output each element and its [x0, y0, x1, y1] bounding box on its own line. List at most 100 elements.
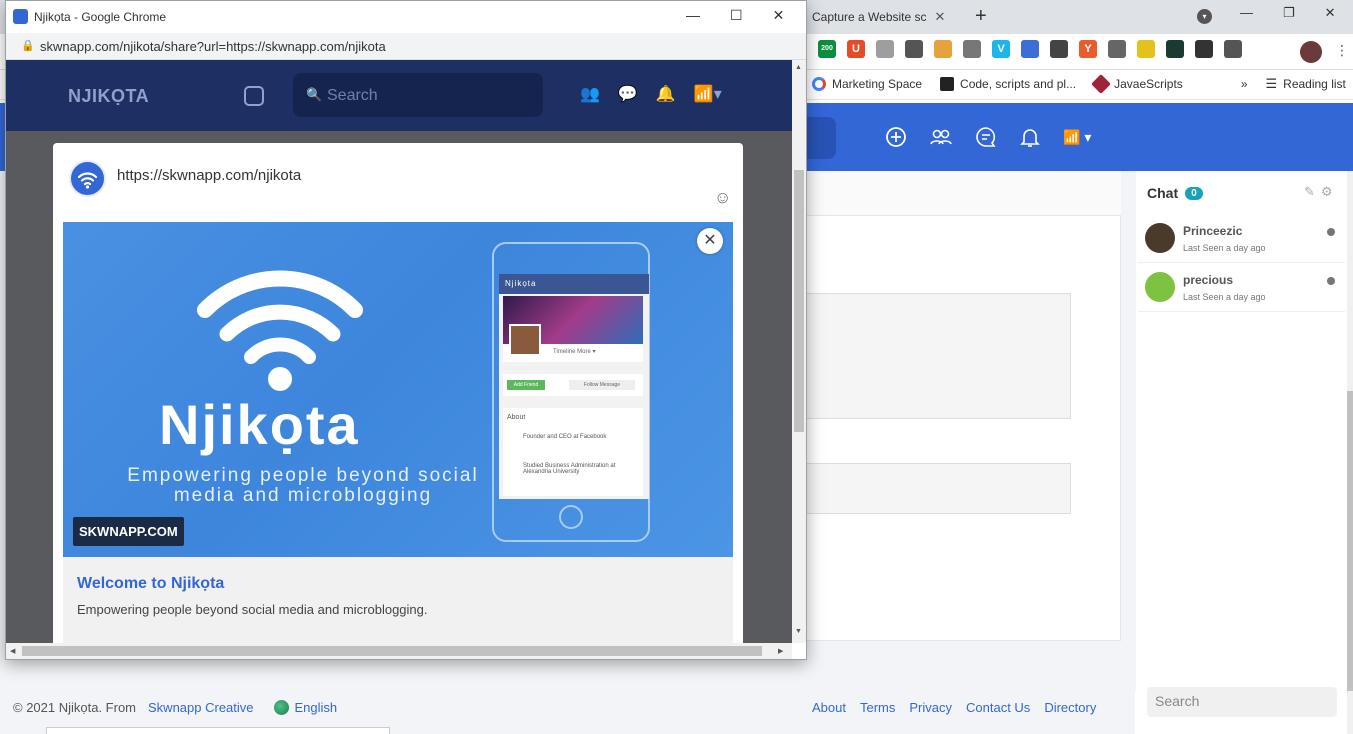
- eyedropper-extension-icon[interactable]: [1050, 40, 1068, 58]
- friends-icon[interactable]: 👥: [580, 84, 600, 104]
- avatar: [1145, 223, 1175, 253]
- scroll-up-icon[interactable]: ▲: [795, 64, 802, 71]
- ya-extension-icon[interactable]: Y: [1079, 40, 1097, 58]
- popup-url[interactable]: skwnapp.com/njikota/share?url=https://sk…: [40, 39, 386, 54]
- ext-yellow-extension-icon[interactable]: [1137, 40, 1155, 58]
- footer-link-privacy[interactable]: Privacy: [909, 700, 952, 715]
- site-header-icons: 👥 💬 🔔 📶▾: [580, 84, 722, 104]
- page-scrollbar-thumb[interactable]: [1347, 391, 1353, 691]
- add-icon[interactable]: [885, 126, 907, 148]
- header-icons: 📶 ▾: [885, 126, 1091, 148]
- phone-about-line: Studied Business Administration at Alexa…: [523, 463, 616, 475]
- post-box[interactable]: [806, 293, 1071, 419]
- link-preview-title[interactable]: Welcome to Njikọta: [77, 575, 224, 593]
- footer-copyright: © 2021 Njikọta. From: [13, 700, 137, 715]
- ext-square-extension-icon[interactable]: [963, 40, 981, 58]
- google-icon: [812, 77, 826, 91]
- extensions-row: 200 U V Y: [818, 40, 1242, 58]
- bookmark-code-scripts[interactable]: Code, scripts and pl...: [940, 77, 1076, 91]
- compose-icon[interactable]: ✎: [1304, 184, 1315, 200]
- taskbar-strip: [46, 727, 390, 734]
- chat-user-last-seen: Last Seen a day ago: [1183, 292, 1266, 302]
- maximize-icon[interactable]: ☐: [730, 7, 743, 24]
- popup-horizontal-scrollbar[interactable]: ◀ ▶: [6, 643, 792, 659]
- scroll-left-icon[interactable]: ◀: [10, 647, 15, 655]
- minimize-icon[interactable]: —: [686, 7, 700, 24]
- profile-dropdown-icon[interactable]: ▾: [1197, 9, 1212, 24]
- chat-settings-icon[interactable]: ⚙: [1321, 184, 1333, 200]
- settings-extension-icon[interactable]: [1108, 40, 1126, 58]
- zoom-extension-icon[interactable]: [1195, 40, 1213, 58]
- bookmark-javaescripts[interactable]: JavaeScripts: [1091, 74, 1183, 94]
- scroll-right-icon[interactable]: ▶: [778, 647, 783, 655]
- hubspot-extension-icon[interactable]: [905, 40, 923, 58]
- link-preview-footer[interactable]: [63, 557, 733, 643]
- post-box-secondary[interactable]: [806, 463, 1071, 514]
- banner-brand: Njikọta: [159, 393, 360, 456]
- scroll-down-icon[interactable]: ▼: [795, 628, 802, 635]
- wifi-menu-icon[interactable]: 📶▾: [694, 84, 722, 104]
- reading-list[interactable]: ☰ Reading list: [1266, 76, 1346, 92]
- profile-avatar[interactable]: [1300, 41, 1322, 63]
- share-url: https://skwnapp.com/njikota: [117, 167, 302, 184]
- page-scrollbar[interactable]: [1347, 171, 1353, 734]
- minimize-icon[interactable]: —: [1240, 5, 1253, 21]
- badge-200-extension-icon[interactable]: 200: [818, 40, 836, 58]
- tab-close-icon[interactable]: ✕: [935, 9, 946, 25]
- bookmarks-more[interactable]: »: [1241, 77, 1248, 91]
- footer-link-about[interactable]: About: [812, 700, 846, 715]
- header-search-edge[interactable]: [806, 117, 836, 159]
- chat-title: Chat: [1147, 185, 1179, 201]
- notes-extension-icon[interactable]: [934, 40, 952, 58]
- reading-list-icon: ☰: [1265, 76, 1278, 91]
- notifications-icon[interactable]: 🔔: [656, 84, 676, 104]
- search-icon: 🔍: [306, 87, 323, 102]
- lock-icon: 🔒: [21, 40, 35, 52]
- banner-site-badge: SKWNAPP.COM: [73, 517, 184, 546]
- new-tab-button[interactable]: +: [975, 4, 987, 28]
- scrollbar-thumb[interactable]: [794, 170, 804, 432]
- footer-link-contact[interactable]: Contact Us: [966, 700, 1030, 715]
- language-label: English: [294, 700, 338, 715]
- puzzle-extension-icon[interactable]: [1224, 40, 1242, 58]
- ublock-extension-icon[interactable]: U: [847, 40, 865, 58]
- share-modal: https://skwnapp.com/njikota ☺ Njikọta Em…: [53, 143, 743, 643]
- close-icon[interactable]: ✕: [773, 7, 785, 24]
- close-preview-button[interactable]: ✕: [697, 228, 723, 254]
- chat-user-name: Princeezic: [1183, 224, 1243, 238]
- footer-link-directory[interactable]: Directory: [1044, 700, 1096, 715]
- browser-tab[interactable]: Capture a Website sc ✕: [812, 4, 962, 30]
- vimeo-extension-icon[interactable]: V: [992, 40, 1010, 58]
- home-icon[interactable]: [244, 86, 264, 106]
- language-selector[interactable]: English: [273, 700, 338, 715]
- chat-user-item[interactable]: precious Last Seen a day ago: [1138, 263, 1345, 312]
- chat-user-item[interactable]: Princeezic Last Seen a day ago: [1138, 214, 1345, 263]
- wifi-avatar-icon: [69, 160, 106, 197]
- wifi-favicon-icon: [13, 9, 28, 24]
- wifi-menu-icon[interactable]: 📶 ▾: [1063, 129, 1091, 146]
- undo-extension-icon[interactable]: [1021, 40, 1039, 58]
- scrollbar-thumb[interactable]: [22, 646, 762, 656]
- friends-icon[interactable]: [929, 126, 953, 148]
- phone-home-button: [559, 505, 583, 529]
- ext-gray-extension-icon[interactable]: [876, 40, 894, 58]
- bookmark-marketing-space[interactable]: Marketing Space: [812, 77, 922, 91]
- notifications-icon[interactable]: [1019, 126, 1041, 148]
- footer-link-terms[interactable]: Terms: [860, 700, 895, 715]
- restore-icon[interactable]: ❐: [1283, 5, 1295, 21]
- footer-creator-link[interactable]: Skwnapp Creative: [148, 700, 254, 715]
- phone-follow: Follow Message: [569, 380, 635, 390]
- popup-vertical-scrollbar[interactable]: ▲ ▼: [792, 60, 806, 643]
- offline-status-icon: [1327, 277, 1335, 285]
- site-logo[interactable]: NJIKỌTA: [68, 86, 149, 107]
- code-icon: [940, 77, 955, 91]
- monitor-extension-icon[interactable]: [1166, 40, 1184, 58]
- messages-icon[interactable]: 💬: [618, 84, 638, 104]
- menu-icon[interactable]: ⋮: [1335, 42, 1349, 59]
- close-icon[interactable]: ✕: [1325, 5, 1336, 21]
- phone-about-card: [503, 408, 643, 496]
- window-controls: — ❐ ✕: [1240, 5, 1336, 21]
- emoji-icon[interactable]: ☺: [714, 188, 731, 208]
- messages-icon[interactable]: [975, 126, 997, 148]
- chat-search-input[interactable]: Search: [1147, 687, 1337, 717]
